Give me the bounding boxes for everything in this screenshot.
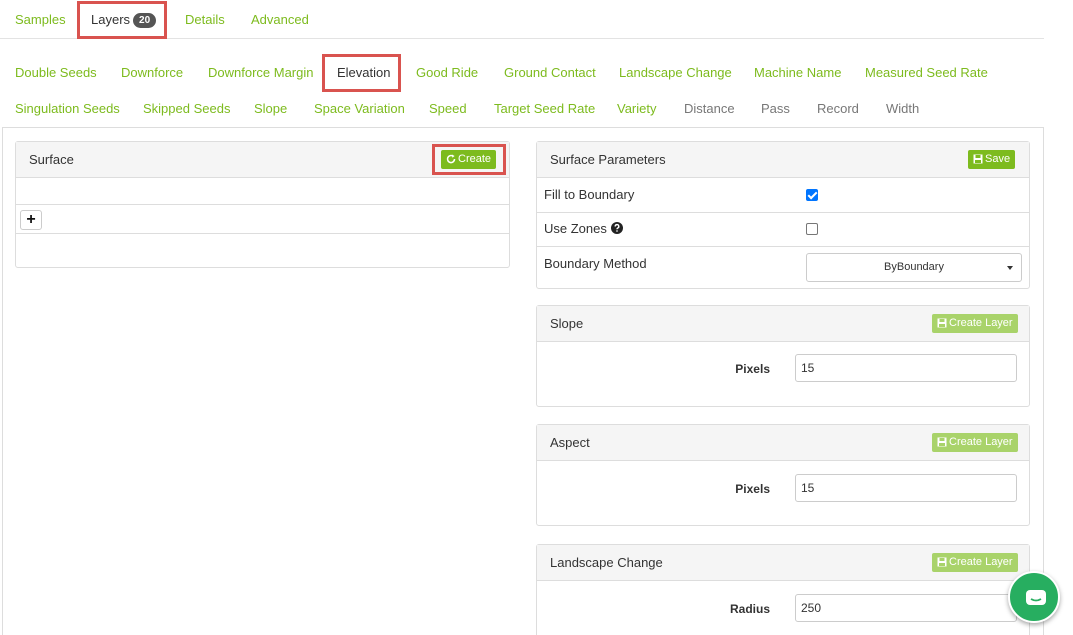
fill-to-boundary-label: Fill to Boundary [544, 187, 635, 202]
aspect-panel-header: Aspect Create Layer [537, 425, 1029, 461]
layer-link-double-seeds[interactable]: Double Seeds [15, 65, 97, 80]
landscape-radius-input[interactable]: 250 [795, 594, 1017, 622]
boundary-method-select[interactable]: ByBoundary [806, 253, 1022, 282]
aspect-create-layer-label: Create Layer [949, 436, 1013, 448]
floppy-disk-icon [937, 318, 947, 328]
chat-widget-button[interactable] [1008, 571, 1060, 623]
floppy-disk-icon [937, 557, 947, 567]
slope-pixels-label: Pixels [735, 362, 770, 376]
layer-link-skipped-seeds[interactable]: Skipped Seeds [143, 101, 230, 116]
question-circle-icon[interactable] [610, 222, 623, 234]
slope-panel-header: Slope Create Layer [537, 306, 1029, 342]
slope-panel: Slope Create Layer Pixels 15 [536, 305, 1030, 407]
layer-link-pass[interactable]: Pass [761, 101, 790, 116]
create-button-highlight [432, 144, 506, 175]
aspect-panel: Aspect Create Layer Pixels 15 [536, 424, 1030, 526]
save-button-label: Save [985, 153, 1011, 165]
layer-link-target-seed-rate[interactable]: Target Seed Rate [494, 101, 595, 116]
use-zones-checkbox[interactable] [806, 223, 818, 235]
surface-panel-title: Surface [29, 152, 74, 167]
params-divider-1 [537, 212, 1029, 213]
layer-link-slope[interactable]: Slope [254, 101, 287, 116]
surface-list-row: + [16, 205, 509, 233]
layer-link-downforce-margin[interactable]: Downforce Margin [208, 65, 314, 80]
tab-advanced[interactable]: Advanced [251, 12, 309, 27]
layer-link-width[interactable]: Width [886, 101, 919, 116]
layer-link-landscape-change[interactable]: Landscape Change [619, 65, 732, 80]
landscape-create-layer-button[interactable]: Create Layer [932, 553, 1018, 572]
floppy-disk-icon [937, 437, 947, 447]
aspect-create-layer-button[interactable]: Create Layer [932, 433, 1018, 452]
save-button[interactable]: Save [968, 150, 1016, 169]
params-divider-2 [537, 246, 1029, 247]
add-surface-button[interactable]: + [20, 210, 42, 230]
layer-link-downforce[interactable]: Downforce [121, 65, 183, 80]
landscape-change-header: Landscape Change Create Layer [537, 545, 1029, 581]
boundary-method-label: Boundary Method [544, 256, 647, 271]
aspect-panel-title: Aspect [550, 435, 590, 450]
landscape-radius-label: Radius [729, 602, 770, 616]
floppy-disk-icon [973, 154, 983, 164]
aspect-pixels-input[interactable]: 15 [795, 474, 1017, 502]
layer-link-singulation-seeds[interactable]: Singulation Seeds [15, 101, 120, 116]
caret-down-icon [1007, 266, 1013, 270]
slope-pixels-input[interactable]: 15 [795, 354, 1017, 382]
surface-parameters-panel: Surface Parameters Save Fill to Boundary… [536, 141, 1030, 289]
tab-samples[interactable]: Samples [15, 12, 66, 27]
layer-link-record[interactable]: Record [817, 101, 859, 116]
layer-link-good-ride[interactable]: Good Ride [416, 65, 478, 80]
layer-link-measured-seed-rate[interactable]: Measured Seed Rate [865, 65, 988, 80]
layer-link-variety[interactable]: Variety [617, 101, 657, 116]
boundary-method-value: ByBoundary [884, 261, 944, 273]
use-zones-label-text: Use Zones [544, 221, 607, 236]
surface-panel-divider-2 [16, 233, 509, 234]
fill-to-boundary-checkbox[interactable] [806, 189, 818, 201]
landscape-change-title: Landscape Change [550, 555, 663, 570]
layer-link-machine-name[interactable]: Machine Name [754, 65, 841, 80]
use-zones-label: Use Zones [544, 221, 623, 236]
slope-create-layer-button[interactable]: Create Layer [932, 314, 1018, 333]
chat-bubble-icon [1026, 590, 1046, 605]
surface-parameters-header: Surface Parameters Save [537, 142, 1029, 178]
layer-link-space-variation[interactable]: Space Variation [314, 101, 405, 116]
layer-link-distance[interactable]: Distance [684, 101, 735, 116]
layers-tab-highlight [77, 1, 167, 39]
surface-parameters-title: Surface Parameters [550, 152, 666, 167]
slope-create-layer-label: Create Layer [949, 317, 1013, 329]
elevation-link-highlight [322, 54, 401, 92]
tab-details[interactable]: Details [185, 12, 225, 27]
landscape-create-layer-label: Create Layer [949, 556, 1013, 568]
aspect-pixels-label: Pixels [735, 482, 770, 496]
landscape-change-panel: Landscape Change Create Layer Radius 250 [536, 544, 1030, 635]
slope-panel-title: Slope [550, 316, 584, 331]
layer-link-ground-contact[interactable]: Ground Contact [504, 65, 596, 80]
layer-link-speed[interactable]: Speed [429, 101, 467, 116]
